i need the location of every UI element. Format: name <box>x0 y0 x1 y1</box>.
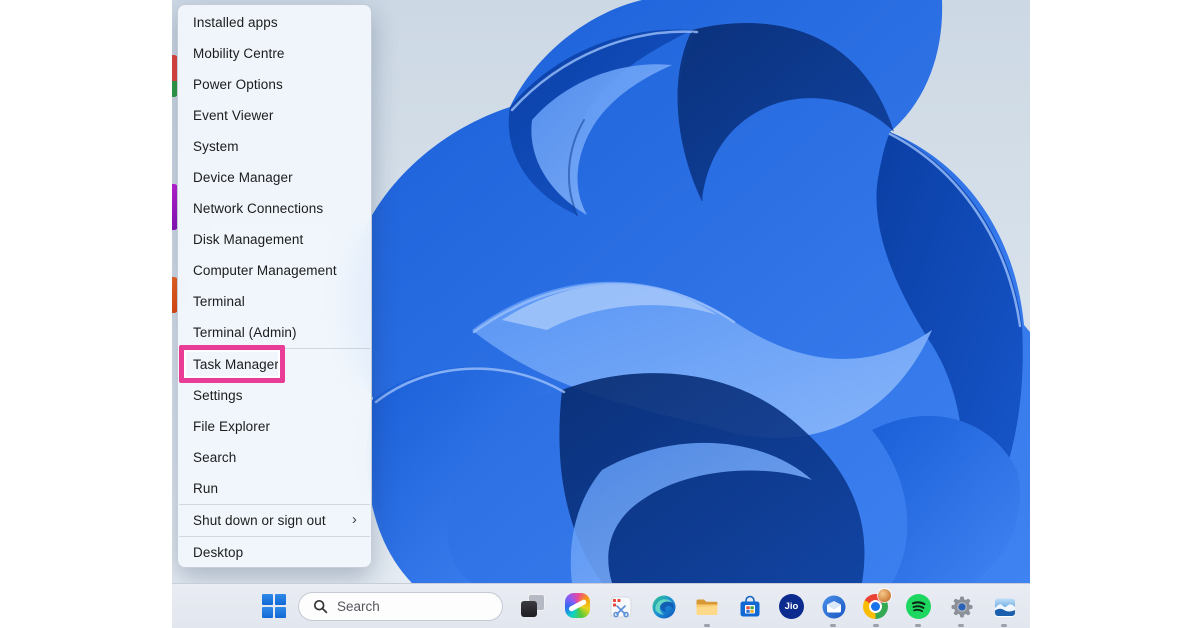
menu-item-mobility-centre[interactable]: Mobility Centre <box>178 38 371 69</box>
jio-icon: Jio <box>779 594 804 619</box>
menu-item-terminal[interactable]: Terminal <box>178 286 371 317</box>
menu-item-disk-management[interactable]: Disk Management <box>178 224 371 255</box>
task-view-button[interactable] <box>521 594 545 618</box>
thunderbird-button[interactable] <box>820 593 847 620</box>
settings-button[interactable] <box>948 593 975 620</box>
menu-item-run[interactable]: Run <box>178 473 371 504</box>
edge-icon <box>651 594 677 620</box>
search-icon <box>313 599 328 614</box>
running-indicator-settings <box>958 624 964 627</box>
menu-item-desktop[interactable]: Desktop <box>178 537 371 568</box>
menu-item-network-connections[interactable]: Network Connections <box>178 193 371 224</box>
desktop-screen: Installed apps Mobility Centre Power Opt… <box>172 0 1030 628</box>
windows-logo-icon <box>262 594 273 605</box>
chrome-button[interactable] <box>862 593 889 620</box>
running-indicator-spotify <box>915 624 921 627</box>
spotify-icon <box>906 594 931 619</box>
taskbar: Search <box>172 583 1030 628</box>
menu-item-file-explorer[interactable]: File Explorer <box>178 411 371 442</box>
snipping-tool-button[interactable] <box>607 593 634 620</box>
menu-item-installed-apps[interactable]: Installed apps <box>178 7 371 38</box>
screenshot-canvas: Installed apps Mobility Centre Power Opt… <box>0 0 1200 628</box>
edge-button[interactable] <box>650 593 677 620</box>
microsoft-store-button[interactable] <box>736 593 763 620</box>
microsoft-store-icon <box>737 594 763 620</box>
file-explorer-button[interactable] <box>693 593 720 620</box>
running-indicator-chrome <box>873 624 879 627</box>
menu-item-shut-down-or-sign-out[interactable]: Shut down or sign out › <box>178 505 371 536</box>
photos-icon <box>992 594 1018 620</box>
menu-item-power-options[interactable]: Power Options <box>178 69 371 100</box>
winx-context-menu: Installed apps Mobility Centre Power Opt… <box>177 4 372 568</box>
submenu-chevron-icon: › <box>352 512 357 527</box>
jio-button[interactable]: Jio <box>778 593 805 620</box>
menu-item-device-manager[interactable]: Device Manager <box>178 162 371 193</box>
menu-item-system[interactable]: System <box>178 131 371 162</box>
menu-item-search[interactable]: Search <box>178 442 371 473</box>
photos-button[interactable] <box>991 593 1018 620</box>
running-indicator-photos <box>1001 624 1007 627</box>
running-indicator-thunderbird <box>830 624 836 627</box>
copilot-button[interactable] <box>565 593 590 618</box>
menu-item-settings[interactable]: Settings <box>178 380 371 411</box>
file-explorer-icon <box>694 594 720 620</box>
chrome-profile-avatar <box>878 589 891 602</box>
start-button[interactable] <box>261 593 287 619</box>
menu-item-terminal-admin[interactable]: Terminal (Admin) <box>178 317 371 348</box>
thunderbird-icon <box>821 594 847 620</box>
menu-item-event-viewer[interactable]: Event Viewer <box>178 100 371 131</box>
snipping-tool-icon <box>608 594 634 620</box>
search-input[interactable]: Search <box>298 592 503 621</box>
spotify-button[interactable] <box>905 593 932 620</box>
running-indicator-file-explorer <box>704 624 710 627</box>
settings-gear-icon <box>949 594 975 620</box>
search-placeholder: Search <box>337 599 380 614</box>
menu-item-computer-management[interactable]: Computer Management <box>178 255 371 286</box>
menu-item-task-manager[interactable]: Task Manager <box>178 349 371 380</box>
